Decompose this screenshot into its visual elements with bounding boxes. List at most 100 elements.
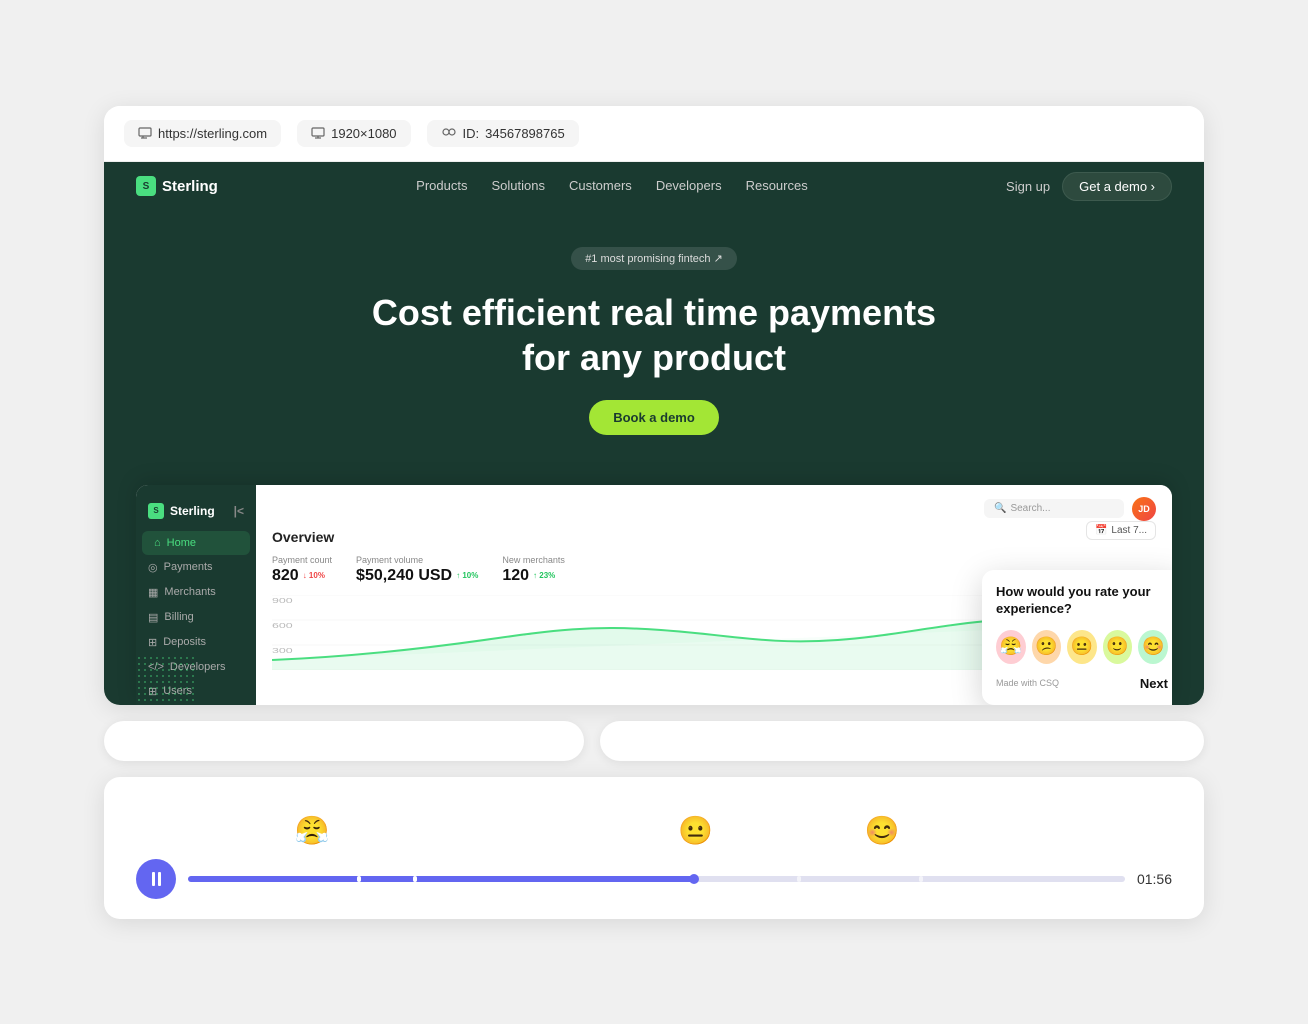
- payments-label: Payments: [164, 561, 213, 573]
- nav-item-resources[interactable]: Resources: [746, 177, 808, 195]
- dash-logo-icon: S: [148, 503, 164, 519]
- browser-url-bar: https://sterling.com: [124, 120, 281, 147]
- website-container: S Sterling Products Solutions Customers …: [104, 162, 1204, 705]
- user-avatar: JD: [1132, 497, 1156, 521]
- billing-label: Billing: [164, 611, 193, 623]
- monitor-icon: [311, 127, 325, 139]
- stat-new-merchants-change: ↑ 23%: [533, 571, 555, 580]
- nav-actions: Sign up Get a demo ›: [1006, 172, 1172, 201]
- dash-header-row: Overview 📅 Last 7...: [272, 529, 1156, 555]
- sign-up-button[interactable]: Sign up: [1006, 179, 1050, 194]
- dash-sidebar: S Sterling |< ⌂ Home ◎ Payments: [136, 485, 256, 705]
- hero-badge: #1 most promising fintech ↗: [571, 247, 737, 270]
- survey-emoji-row: 😤 😕 😐 🙂 😊: [996, 630, 1168, 664]
- dots-decoration-left: [136, 655, 196, 705]
- user-id-label: ID:: [463, 126, 480, 141]
- home-label: Home: [167, 537, 196, 549]
- survey-next-button[interactable]: Next: [1140, 676, 1168, 691]
- video-progress-fill: [188, 876, 694, 882]
- pill-left: [104, 721, 584, 761]
- nav-item-products[interactable]: Products: [416, 177, 467, 195]
- dash-logo: S Sterling |<: [136, 497, 256, 531]
- emoji-marker-angry: 😤: [295, 814, 330, 847]
- svg-text:600: 600: [272, 622, 293, 630]
- book-demo-button[interactable]: Book a demo: [589, 400, 719, 435]
- emoji-btn-angry[interactable]: 😤: [996, 630, 1026, 664]
- browser-card: https://sterling.com 1920×1080 ID: 34567…: [104, 106, 1204, 705]
- date-filter-text: Last 7...: [1111, 525, 1147, 536]
- user-id-value: 34567898765: [485, 126, 565, 141]
- deposits-icon: ⊞: [148, 636, 157, 649]
- stat-payment-count-change: ↓ 10%: [303, 571, 325, 580]
- stat-payment-count-value: 820 ↓ 10%: [272, 567, 332, 585]
- svg-text:300: 300: [272, 647, 293, 655]
- stat-new-merchants-value: 120 ↑ 23%: [502, 567, 565, 585]
- dash-topbar: 🔍 Search... JD: [272, 497, 1156, 521]
- nav-item-solutions[interactable]: Solutions: [491, 177, 544, 195]
- pause-icon: [152, 872, 161, 886]
- deposits-label: Deposits: [163, 636, 206, 648]
- sterling-navbar: S Sterling Products Solutions Customers …: [104, 162, 1204, 211]
- search-icon: 🔍: [994, 503, 1006, 514]
- billing-icon: ▤: [148, 611, 158, 624]
- url-text: https://sterling.com: [158, 126, 267, 141]
- users-icon: [441, 127, 457, 139]
- stat-payment-volume: Payment volume $50,240 USD ↑ 10%: [356, 555, 478, 585]
- emoji-marker-great: 😊: [864, 814, 899, 847]
- video-progress-thumb: [689, 874, 699, 884]
- browser-icon: [138, 127, 152, 139]
- date-filter[interactable]: 📅 Last 7...: [1086, 521, 1156, 540]
- browser-toolbar: https://sterling.com 1920×1080 ID: 34567…: [104, 106, 1204, 162]
- survey-brand: Made with CSQ: [996, 678, 1059, 688]
- hero-section: #1 most promising fintech ↗ Cost efficie…: [104, 211, 1204, 485]
- video-player-card: 😤 😐 😊: [104, 777, 1204, 919]
- video-controls: 01:56: [136, 859, 1172, 899]
- video-emoji-markers: 😤 😐 😊: [136, 797, 1172, 847]
- sterling-logo-text: Sterling: [162, 178, 218, 195]
- dash-logo-text: Sterling: [170, 504, 215, 518]
- merchants-label: Merchants: [164, 586, 215, 598]
- sidebar-item-deposits[interactable]: ⊞ Deposits: [136, 630, 256, 655]
- stat-payment-volume-value: $50,240 USD ↑ 10%: [356, 567, 478, 585]
- video-time: 01:56: [1137, 871, 1172, 887]
- get-demo-button[interactable]: Get a demo ›: [1062, 172, 1172, 201]
- search-placeholder: Search...: [1010, 503, 1050, 514]
- dash-search-bar[interactable]: 🔍 Search...: [984, 499, 1124, 518]
- pill-right: [600, 721, 1204, 761]
- nav-item-developers[interactable]: Developers: [656, 177, 722, 195]
- sidebar-item-home[interactable]: ⌂ Home: [142, 531, 250, 555]
- sidebar-item-billing[interactable]: ▤ Billing: [136, 605, 256, 630]
- sterling-logo-icon: S: [136, 176, 156, 196]
- emoji-btn-great[interactable]: 😊: [1138, 630, 1168, 664]
- sterling-logo: S Sterling: [136, 176, 218, 196]
- survey-popup: How would you rate your experience? 😤 😕 …: [982, 570, 1172, 705]
- emoji-btn-sad[interactable]: 😕: [1032, 630, 1062, 664]
- dashboard-preview: S Sterling |< ⌂ Home ◎ Payments: [136, 485, 1172, 705]
- stat-new-merchants: New merchants 120 ↑ 23%: [502, 555, 565, 585]
- merchants-icon: ▦: [148, 586, 158, 599]
- calendar-icon: 📅: [1095, 525, 1107, 536]
- pill-row: [104, 721, 1204, 761]
- home-icon: ⌂: [154, 537, 161, 549]
- hero-title: Cost efficient real time payments for an…: [354, 290, 954, 380]
- nav-item-customers[interactable]: Customers: [569, 177, 632, 195]
- browser-user-id: ID: 34567898765: [427, 120, 579, 147]
- stat-payment-volume-label: Payment volume: [356, 555, 478, 565]
- emoji-btn-neutral[interactable]: 😐: [1067, 630, 1097, 664]
- stat-new-merchants-label: New merchants: [502, 555, 565, 565]
- browser-resolution: 1920×1080: [297, 120, 410, 147]
- outer-container: https://sterling.com 1920×1080 ID: 34567…: [104, 106, 1204, 919]
- survey-question: How would you rate your experience?: [996, 584, 1168, 618]
- sidebar-item-payments[interactable]: ◎ Payments: [136, 555, 256, 580]
- survey-footer: Made with CSQ Next: [996, 676, 1168, 691]
- video-progress-track[interactable]: [188, 876, 1125, 882]
- stat-payment-volume-change: ↑ 10%: [456, 571, 478, 580]
- emoji-btn-good[interactable]: 🙂: [1103, 630, 1133, 664]
- nav-links: Products Solutions Customers Developers …: [416, 177, 808, 195]
- overview-title: Overview: [272, 529, 334, 545]
- pause-button[interactable]: [136, 859, 176, 899]
- emoji-marker-neutral: 😐: [678, 814, 713, 847]
- sidebar-item-merchants[interactable]: ▦ Merchants: [136, 580, 256, 605]
- sidebar-collapse-icon[interactable]: |<: [234, 504, 244, 518]
- svg-text:900: 900: [272, 597, 293, 605]
